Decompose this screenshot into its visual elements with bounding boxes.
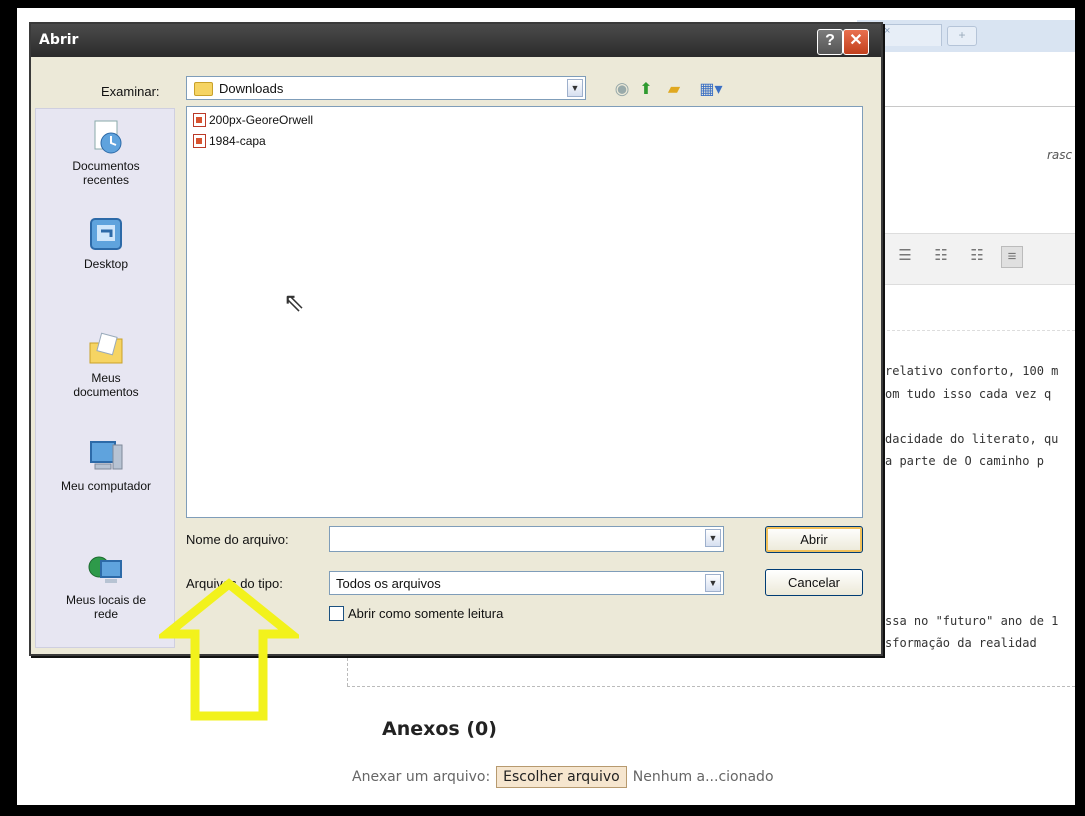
background-text-line: ssa no "futuro" ano de 1 [885,614,1059,628]
filetype-value: Todos os arquivos [336,576,441,591]
chevron-down-icon[interactable]: ▼ [705,529,721,547]
filename-input[interactable]: ▼ [329,526,724,552]
indent-icon[interactable]: ☷ [967,246,987,266]
attachments-heading: Anexos (0) [382,718,497,740]
place-my-documents[interactable]: Meus documentos [36,331,176,399]
editor-border [347,686,1075,687]
place-label: recentes [82,173,130,187]
place-desktop[interactable]: Desktop [36,217,176,271]
frame-border [12,0,14,816]
background-text-line: sformação da realidad [885,636,1037,650]
no-file-chosen-text: Nenhum a...cionado [632,769,774,785]
place-my-computer[interactable]: Meu computador [36,439,176,493]
cancel-button[interactable]: Cancelar [765,569,863,596]
choose-file-button[interactable]: Escolher arquivo [496,766,627,788]
align-left-icon[interactable]: ≡ [1001,246,1023,268]
back-icon[interactable]: ◉ [611,79,633,99]
attach-file-row: Anexar um arquivo: Escolher arquivo Nenh… [352,766,774,788]
background-text-line: relativo conforto, 100 m [885,364,1059,378]
file-name: 200px-GeoreOrwell [209,113,314,127]
readonly-checkbox[interactable] [329,606,344,621]
recent-documents-icon [87,119,125,155]
editor-toolbar: ☰ ☷ ☷ ≡ [877,233,1075,285]
dialog-titlebar[interactable]: Abrir ? ✕ [31,24,881,57]
desktop-icon [87,217,125,253]
place-label: Meus locais de [65,593,147,607]
places-bar: Documentos recentes Desktop Meus documen… [35,108,175,648]
place-label: documentos [73,385,139,399]
close-button[interactable]: ✕ [843,29,869,55]
readonly-label: Abrir como somente leitura [348,606,504,621]
list-item[interactable]: 1984-capa [193,134,266,148]
look-in-label: Examinar: [101,84,160,99]
mouse-pointer-icon: ⇖ [283,287,305,317]
filetype-dropdown[interactable]: Todos os arquivos ▼ [329,571,724,595]
place-label: Meus [91,371,121,385]
file-name: 1984-capa [209,134,266,148]
place-network[interactable]: Meus locais de rede [36,553,176,621]
network-places-icon [87,553,125,589]
readonly-checkbox-row[interactable]: Abrir como somente leitura [329,606,503,621]
image-file-icon [193,113,206,127]
background-italic-text: rasc [1047,148,1073,162]
chevron-down-icon[interactable]: ▼ [705,574,721,592]
my-documents-icon [87,331,125,367]
screen-area: ◦ × + rasc ☰ ☷ ☷ ≡ relativo conforto, 10… [17,8,1075,805]
frame-border [6,0,8,816]
background-text-line: a parte de O caminho p [885,454,1044,468]
help-button[interactable]: ? [817,29,843,55]
folder-icon [194,82,213,96]
background-text-line: dacidade do literato, qu [885,432,1059,446]
chevron-down-icon[interactable]: ▼ [567,79,583,97]
address-bar-area [867,56,1075,107]
open-file-dialog: Abrir ? ✕ Examinar: Downloads ▼ ◉ ⬆ ▰ ▦▾… [29,22,883,656]
view-menu-icon[interactable]: ▦▾ [693,79,729,99]
up-folder-icon[interactable]: ⬆ [635,79,657,99]
place-label: Meu computador [60,479,152,493]
place-label: rede [93,607,119,621]
place-recent-documents[interactable]: Documentos recentes [36,119,176,187]
place-label: Desktop [83,257,129,271]
outdent-icon[interactable]: ☷ [931,246,951,266]
editor-divider [877,330,1075,331]
my-computer-icon [87,439,125,475]
new-tab-button[interactable]: + [947,26,977,46]
open-button[interactable]: Abrir [765,526,863,553]
dialog-title: Abrir [39,32,79,48]
image-file-icon [193,134,206,148]
place-label: Documentos [72,159,140,173]
annotation-arrow-icon [159,578,299,721]
attach-file-label: Anexar um arquivo: [352,769,491,785]
bullet-list-icon[interactable]: ☰ [895,246,915,266]
filename-label: Nome do arquivo: [186,532,289,547]
list-item[interactable]: 200px-GeoreOrwell [193,113,313,127]
look-in-value: Downloads [219,81,284,96]
look-in-dropdown[interactable]: Downloads ▼ [186,76,586,100]
new-folder-icon[interactable]: ▰ [663,79,685,99]
file-list[interactable]: 200px-GeoreOrwell 1984-capa ⇖ [186,106,863,518]
background-text-line: om tudo isso cada vez q [885,387,1052,401]
